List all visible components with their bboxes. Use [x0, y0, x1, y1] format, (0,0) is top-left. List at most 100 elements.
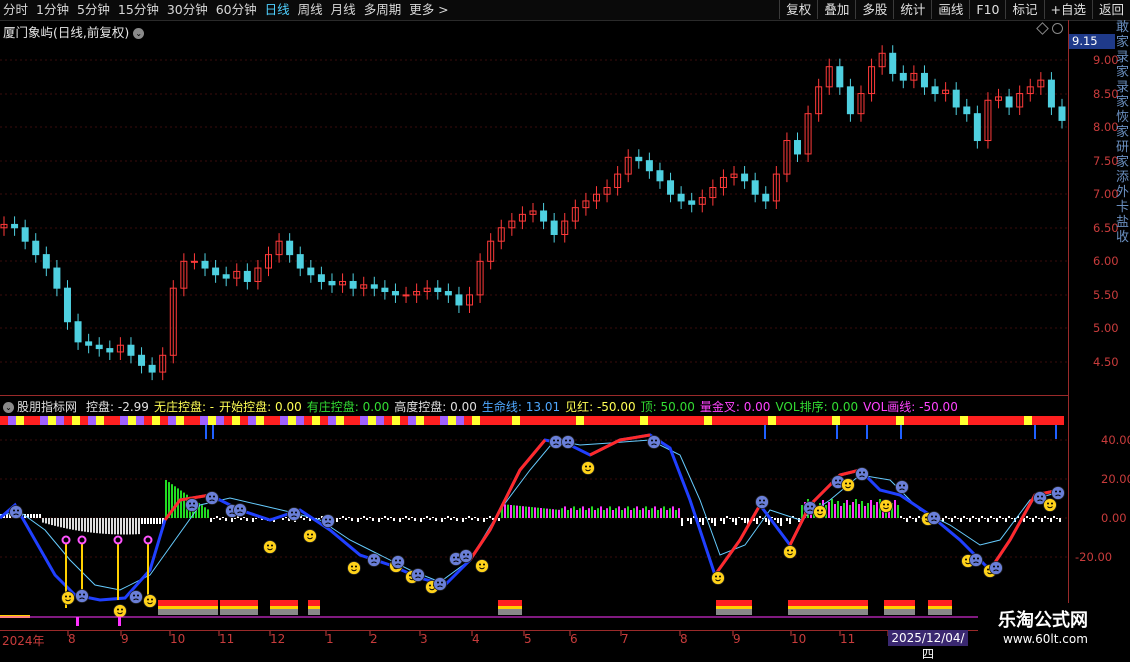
volume-block [158, 600, 218, 606]
status-cell [8, 416, 16, 425]
histogram-bar [240, 518, 242, 520]
histogram-bar [6, 514, 8, 518]
status-cell [968, 416, 976, 425]
histogram-bar [441, 518, 443, 522]
status-cell [16, 416, 24, 425]
status-cell [632, 416, 640, 425]
histogram-bar [981, 516, 983, 518]
histogram-bar [963, 516, 965, 518]
status-cell [760, 416, 768, 425]
histogram-bar [1041, 518, 1043, 522]
histogram-bar [744, 518, 746, 523]
status-cell [472, 416, 480, 425]
status-cell [0, 416, 8, 425]
histogram-bar [486, 518, 488, 519]
indicator-tick-label: 40.00 [1101, 433, 1130, 447]
histogram-bar [462, 518, 464, 522]
face-eye [189, 502, 191, 505]
right-info-strip: 敢家录家录家恢家研家添外卡盐收 [1116, 20, 1130, 245]
face-eye [859, 471, 861, 474]
status-cell [1008, 416, 1016, 425]
candle-body [688, 200, 696, 205]
volume-block [884, 609, 915, 615]
face-eye [415, 572, 417, 575]
volume-block [308, 606, 320, 609]
status-cell [544, 416, 552, 425]
price-tick-label: 8.00 [1093, 120, 1119, 135]
status-marker [1034, 425, 1036, 439]
status-cell [976, 416, 984, 425]
price-chart[interactable] [0, 0, 1130, 650]
histogram-bar [66, 518, 68, 529]
histogram-bar [984, 518, 986, 519]
histogram-bar [30, 514, 32, 518]
sad-face-icon [129, 590, 143, 604]
histogram-bar [909, 516, 911, 518]
status-cell [344, 416, 352, 425]
pane-divider[interactable] [0, 395, 1068, 396]
histogram-bar [105, 518, 107, 534]
status-cell [984, 416, 992, 425]
status-cell [864, 416, 872, 425]
sad-face-icon [391, 555, 405, 569]
candle-body [11, 223, 19, 229]
histogram-bar [858, 504, 860, 518]
histogram-bar [690, 518, 692, 524]
histogram-bar [525, 506, 527, 518]
histogram-bar [444, 518, 446, 519]
face-eye [817, 509, 819, 512]
histogram-bar [204, 507, 206, 518]
candle-body [846, 86, 854, 115]
histogram-bar [174, 486, 176, 518]
volume-block [788, 600, 868, 606]
status-cell [928, 416, 936, 425]
histogram-bar [282, 518, 284, 520]
candle-body [402, 294, 410, 297]
indicator-value-2: 开始控盘: 0.00 [219, 400, 302, 414]
time-tick-label: 7 [621, 632, 629, 646]
histogram-bar [645, 506, 647, 518]
histogram-bar [510, 505, 512, 518]
histogram-bar [1008, 516, 1010, 518]
histogram-bar [408, 518, 410, 520]
histogram-bar [108, 518, 110, 535]
status-cell [1056, 416, 1064, 425]
histogram-bar [588, 508, 590, 518]
face-eye [13, 509, 15, 512]
histogram-bar [837, 501, 839, 518]
indicator-header: ⌄ 股朋指标网 控盘: -2.99 无庄控盘: - 开始控盘: 0.00 有庄控盘: 0.… [3, 398, 968, 415]
status-cell [856, 416, 864, 425]
candle-body [645, 160, 653, 172]
status-cell [352, 416, 360, 425]
candle-body [391, 291, 399, 296]
status-cell [1040, 416, 1048, 425]
candle-body [243, 270, 251, 282]
status-cell [584, 416, 592, 425]
candle-body [74, 321, 82, 343]
histogram-bar [840, 506, 842, 518]
histogram-bar [543, 508, 545, 518]
indicator-tick-label: 0.00 [1101, 511, 1127, 525]
candle-body [127, 344, 135, 356]
indicator-value-1: 无庄控盘: - [153, 400, 215, 414]
volume-block [308, 600, 320, 606]
status-cell [240, 416, 248, 425]
signal-circle [113, 535, 123, 545]
price-tick-label: 6.00 [1093, 254, 1119, 269]
chevron-down-icon[interactable]: ⌄ [3, 402, 14, 413]
volume-block [158, 609, 218, 615]
histogram-bar [621, 510, 623, 518]
histogram-bar [231, 518, 233, 522]
status-cell [120, 416, 128, 425]
histogram-bar [723, 518, 725, 524]
histogram-bar [516, 505, 518, 518]
histogram-bar [414, 518, 416, 521]
status-cell [792, 416, 800, 425]
volume-block [498, 609, 522, 615]
status-cell [40, 416, 48, 425]
face-eye [17, 509, 19, 512]
status-cell [416, 416, 424, 425]
histogram-bar [915, 518, 917, 522]
histogram-bar [1032, 518, 1034, 522]
histogram-bar [135, 518, 137, 535]
